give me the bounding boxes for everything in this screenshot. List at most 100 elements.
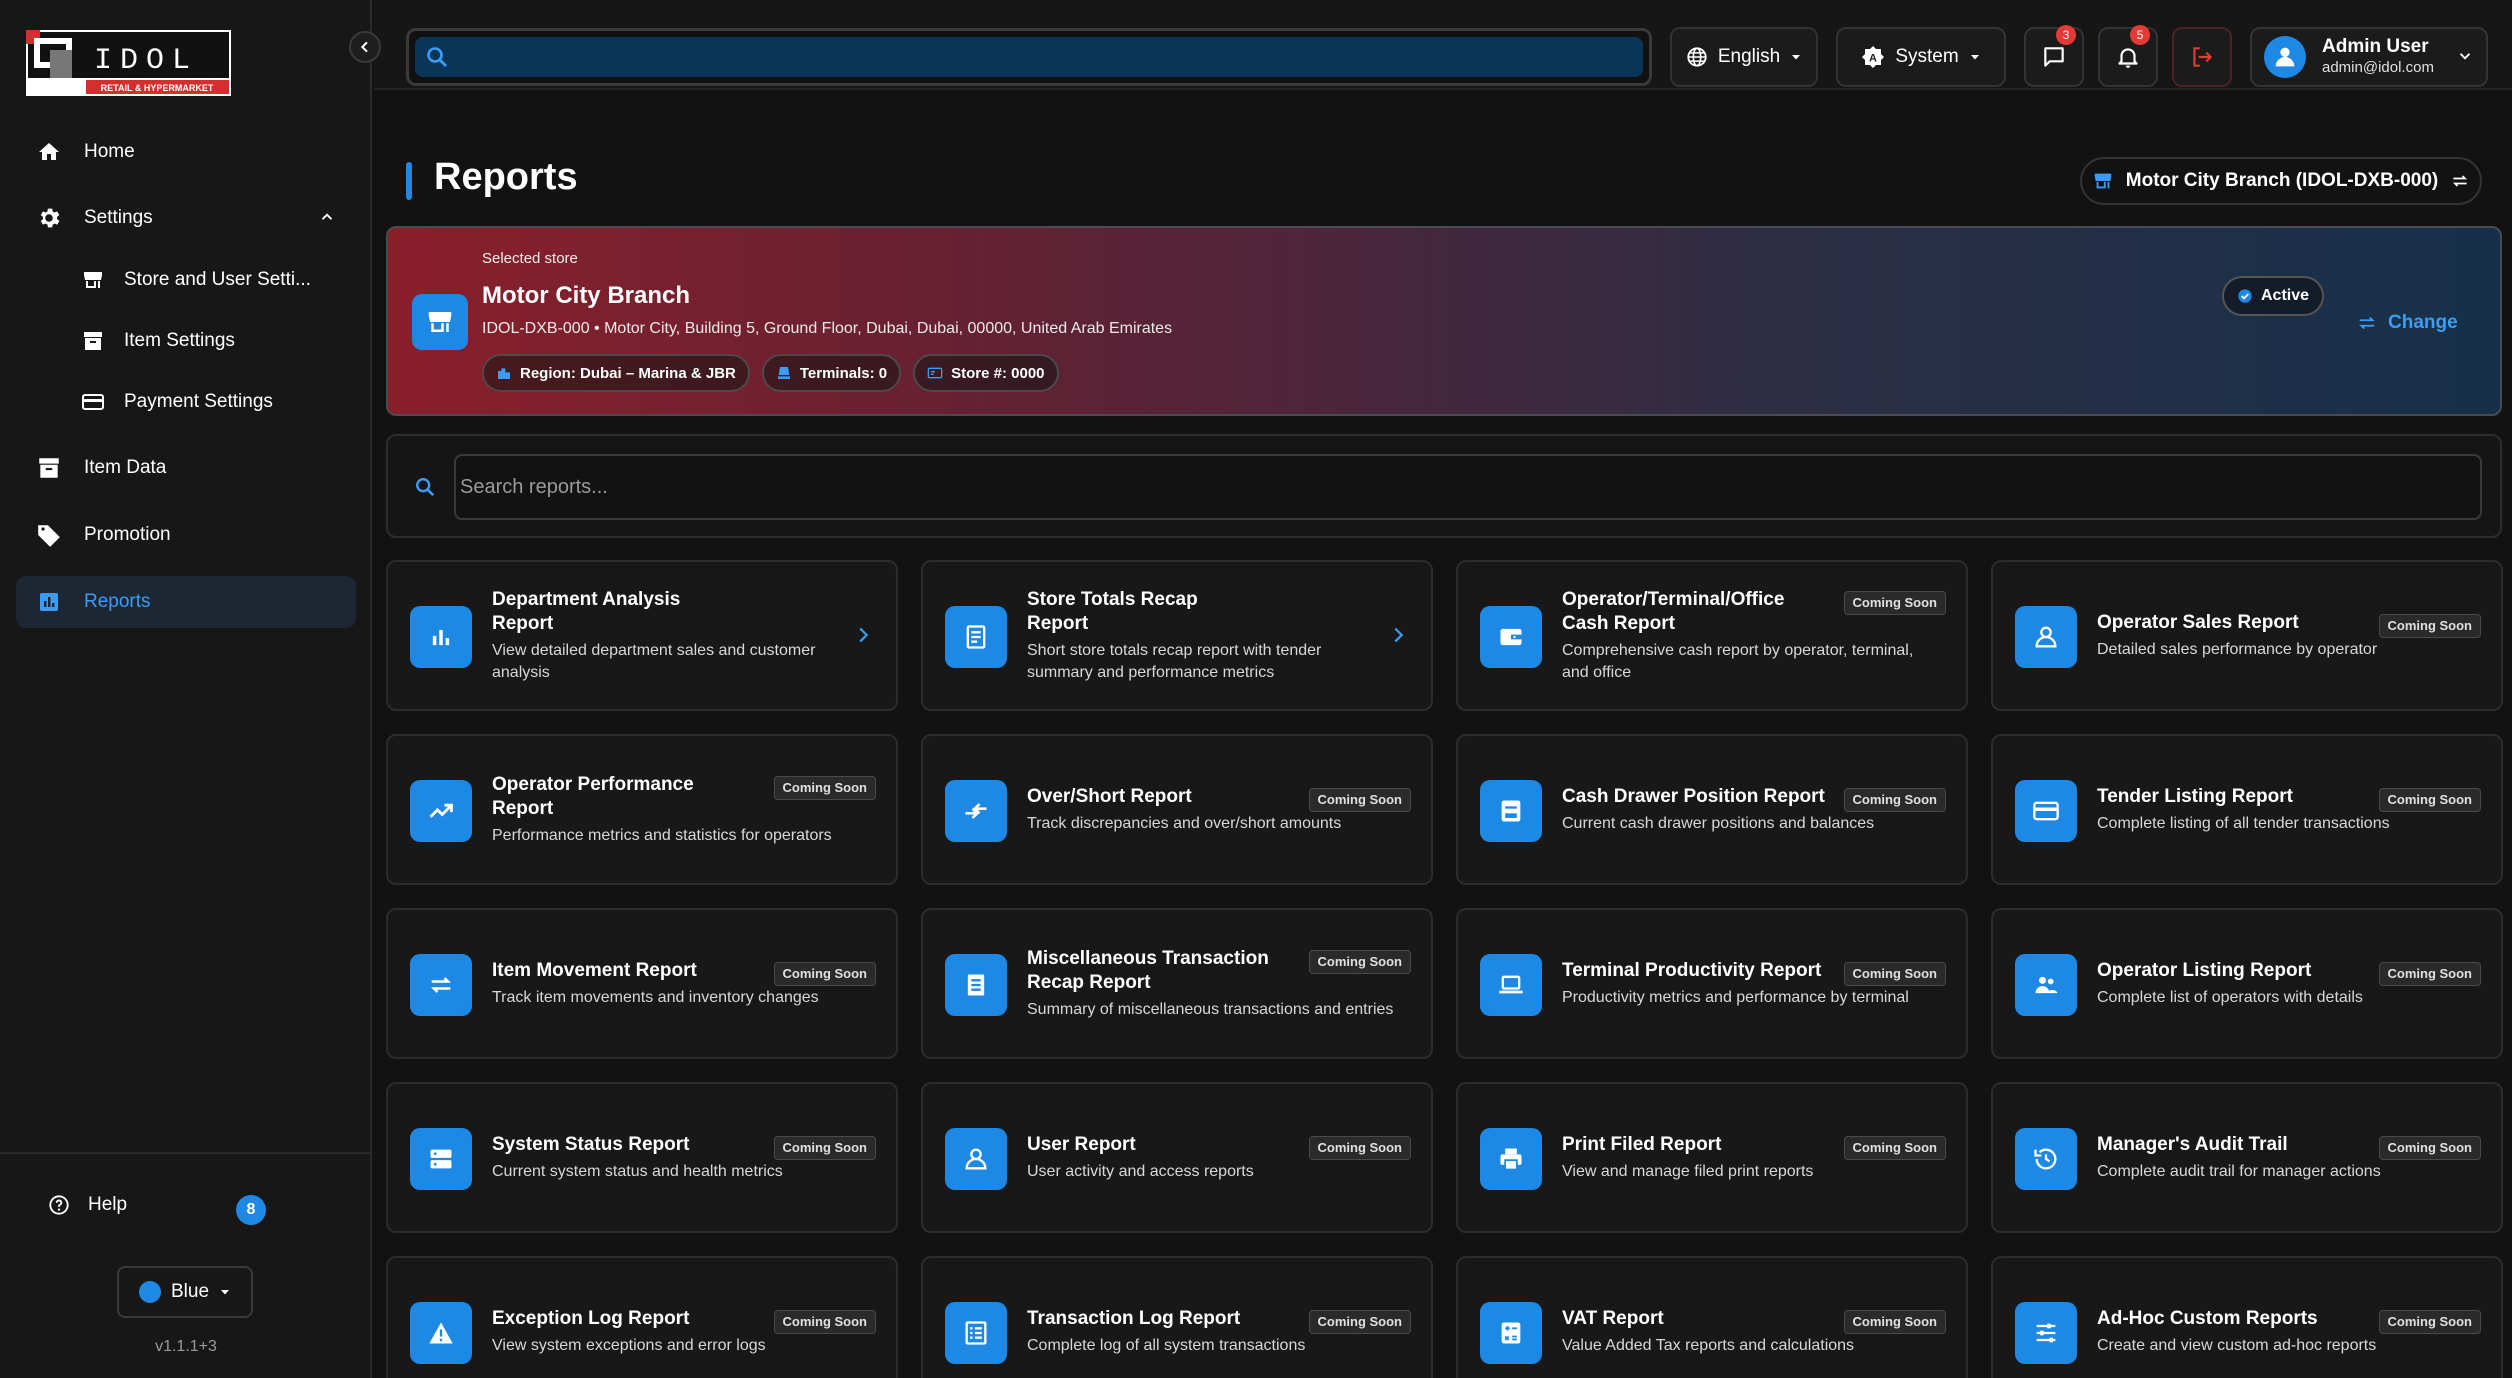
sidebar-item-item-settings[interactable]: Item Settings bbox=[16, 315, 356, 367]
theme-color-dropdown[interactable]: Blue bbox=[117, 1266, 253, 1318]
gear-icon bbox=[34, 203, 64, 233]
sidebar-item-item-data[interactable]: Item Data bbox=[16, 442, 356, 494]
store-number-label: Store #: 0000 bbox=[951, 364, 1045, 382]
credit-card-icon bbox=[2015, 780, 2077, 842]
compare-arrows-icon bbox=[945, 780, 1007, 842]
report-card[interactable]: Cash Drawer Position Report Current cash … bbox=[1456, 734, 1968, 885]
top-bar: English A System 3 5 Admin User admin@id… bbox=[374, 0, 2512, 90]
report-card-body: Miscellaneous Transaction Recap Report Su… bbox=[1027, 910, 1403, 1057]
svg-text:RETAIL & HYPERMARKET: RETAIL & HYPERMARKET bbox=[101, 83, 214, 93]
report-card[interactable]: Item Movement Report Track item movements… bbox=[386, 908, 898, 1059]
report-card[interactable]: Miscellaneous Transaction Recap Report Su… bbox=[921, 908, 1433, 1059]
report-card[interactable]: Transaction Log Report Complete log of al… bbox=[921, 1256, 1433, 1378]
report-card[interactable]: Department Analysis Report View detailed … bbox=[386, 560, 898, 711]
calculator-icon bbox=[1480, 1302, 1542, 1364]
report-description: Track discrepancies and over/short amoun… bbox=[1027, 814, 1342, 832]
sidebar-item-store-user-settings[interactable]: Store and User Setti... bbox=[16, 254, 356, 306]
report-card[interactable]: Terminal Productivity Report Productivity… bbox=[1456, 908, 1968, 1059]
document-icon bbox=[945, 954, 1007, 1016]
coming-soon-badge: Coming Soon bbox=[1843, 1135, 1946, 1160]
archive-icon bbox=[78, 326, 108, 356]
report-description: Performance metrics and statistics for o… bbox=[492, 826, 832, 844]
report-card[interactable]: User Report User activity and access repo… bbox=[921, 1082, 1433, 1233]
report-description: Comprehensive cash report by operator, t… bbox=[1562, 641, 1914, 681]
server-icon bbox=[410, 1128, 472, 1190]
report-card[interactable]: Operator/Terminal/Office Cash Report Comp… bbox=[1456, 560, 1968, 711]
chat-icon bbox=[2041, 44, 2067, 70]
coming-soon-badge: Coming Soon bbox=[1843, 1309, 1946, 1334]
verified-icon bbox=[2237, 288, 2253, 304]
store-chips: Region: Dubai – Marina & JBR Terminals: … bbox=[482, 354, 1059, 392]
swap-icon bbox=[2450, 171, 2470, 191]
global-search-input[interactable] bbox=[415, 37, 1643, 77]
avatar bbox=[2264, 36, 2306, 78]
archive-icon bbox=[34, 453, 64, 483]
trending-up-icon bbox=[410, 780, 472, 842]
sidebar-item-label: Reports bbox=[84, 591, 151, 612]
sidebar-item-reports[interactable]: Reports bbox=[16, 576, 356, 628]
messages-count-badge: 3 bbox=[2056, 25, 2076, 45]
sidebar-item-label: Home bbox=[84, 141, 135, 162]
report-description: Value Added Tax reports and calculations bbox=[1562, 1336, 1855, 1354]
help-count-badge: 8 bbox=[236, 1195, 266, 1225]
chevron-up-icon[interactable] bbox=[318, 208, 336, 232]
swap-icon bbox=[2356, 312, 2378, 334]
theme-mode-label: System bbox=[1895, 46, 1959, 67]
coming-soon-badge: Coming Soon bbox=[773, 1135, 876, 1160]
report-card[interactable]: Over/Short Report Track discrepancies and… bbox=[921, 734, 1433, 885]
report-card[interactable]: Exception Log Report View system exceptio… bbox=[386, 1256, 898, 1378]
terminals-chip: Terminals: 0 bbox=[761, 354, 902, 392]
coming-soon-badge: Coming Soon bbox=[2378, 787, 2481, 812]
report-card-body: Department Analysis Report View detailed … bbox=[492, 562, 868, 709]
report-description: Complete log of all system transactions bbox=[1027, 1336, 1306, 1354]
report-card[interactable]: Ad-Hoc Custom Reports Create and view cus… bbox=[1991, 1256, 2503, 1378]
coming-soon-badge: Coming Soon bbox=[1308, 787, 1411, 812]
logout-icon bbox=[2189, 44, 2215, 70]
coming-soon-badge: Coming Soon bbox=[2378, 1309, 2481, 1334]
report-card[interactable]: Operator Listing Report Complete list of … bbox=[1991, 908, 2503, 1059]
help-circle-icon bbox=[48, 1194, 70, 1216]
sidebar-item-label: Item Settings bbox=[124, 330, 235, 351]
help-label: Help bbox=[88, 1194, 128, 1215]
messages-button[interactable]: 3 bbox=[2024, 25, 2084, 87]
search-icon bbox=[425, 45, 449, 74]
report-card[interactable]: Print Filed Report View and manage filed … bbox=[1456, 1082, 1968, 1233]
help-link[interactable]: Help bbox=[48, 1194, 127, 1216]
sidebar: IDOL RETAIL & HYPERMARKET Home Settings … bbox=[0, 0, 372, 1378]
report-card[interactable]: Operator Sales Report Detailed sales perf… bbox=[1991, 560, 2503, 711]
report-description: View system exceptions and error logs bbox=[492, 1336, 766, 1354]
sidebar-item-promotion[interactable]: Promotion bbox=[16, 509, 356, 561]
language-label: English bbox=[1717, 46, 1781, 67]
sidebar-item-settings[interactable]: Settings bbox=[16, 192, 356, 244]
coming-soon-badge: Coming Soon bbox=[773, 961, 876, 986]
warning-icon bbox=[410, 1302, 472, 1364]
coming-soon-badge: Coming Soon bbox=[773, 775, 876, 800]
report-search-input[interactable] bbox=[454, 454, 2482, 520]
brand-logo[interactable]: IDOL RETAIL & HYPERMARKET bbox=[26, 30, 231, 96]
drawer-icon bbox=[1480, 780, 1542, 842]
change-store-button[interactable]: Change bbox=[2356, 312, 2458, 334]
coming-soon-badge: Coming Soon bbox=[2378, 961, 2481, 986]
branch-selector-button[interactable]: Motor City Branch (IDOL-DXB-000) bbox=[2080, 157, 2482, 205]
store-number-chip: Store #: 0000 bbox=[913, 354, 1059, 392]
sidebar-item-home[interactable]: Home bbox=[16, 126, 356, 178]
sidebar-item-payment-settings[interactable]: Payment Settings bbox=[16, 376, 356, 428]
logout-button[interactable] bbox=[2172, 27, 2232, 87]
sidebar-collapse-button[interactable] bbox=[349, 31, 381, 63]
report-card[interactable]: Tender Listing Report Complete listing of… bbox=[1991, 734, 2503, 885]
bell-icon bbox=[2115, 44, 2141, 70]
report-card[interactable]: VAT Report Value Added Tax reports and ca… bbox=[1456, 1256, 1968, 1378]
chevron-down-icon bbox=[2456, 47, 2474, 65]
language-dropdown[interactable]: English bbox=[1670, 27, 1818, 87]
theme-mode-dropdown[interactable]: A System bbox=[1836, 27, 2006, 87]
report-card[interactable]: System Status Report Current system statu… bbox=[386, 1082, 898, 1233]
user-menu-button[interactable]: Admin User admin@idol.com bbox=[2250, 27, 2488, 87]
person-icon bbox=[2015, 606, 2077, 668]
group-icon bbox=[2015, 954, 2077, 1016]
report-card[interactable]: Operator Performance Report Performance m… bbox=[386, 734, 898, 885]
status-label: Active bbox=[2260, 287, 2310, 304]
report-card[interactable]: Store Totals Recap Report Short store tot… bbox=[921, 560, 1433, 711]
report-card[interactable]: Manager's Audit Trail Complete audit trai… bbox=[1991, 1082, 2503, 1233]
global-search[interactable] bbox=[406, 28, 1652, 86]
notifications-button[interactable]: 5 bbox=[2098, 25, 2158, 87]
